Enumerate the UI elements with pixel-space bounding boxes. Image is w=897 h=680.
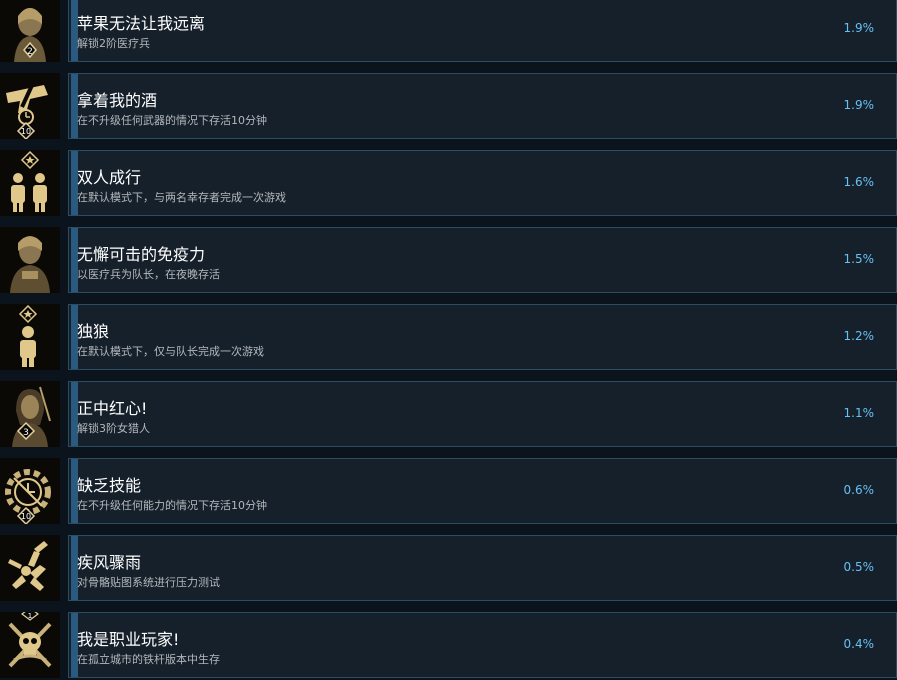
achievement-row[interactable]: 3 正中红心! 解锁3阶女猎人 1.1%	[0, 381, 897, 447]
gun-clock-icon: 10	[0, 73, 60, 139]
achievement-description: 在默认模式下，仅与队长完成一次游戏	[77, 345, 264, 358]
achievement-row[interactable]: 1 我是职业玩家! 在孤立城市的铁杆版本中生存 0.4%	[0, 612, 897, 678]
unlock-percentage: 1.5%	[843, 252, 875, 266]
achievement-description: 在默认模式下，与两名幸存者完成一次游戏	[77, 191, 286, 204]
huntress-portrait-icon: 3	[0, 381, 60, 447]
unlock-percentage: 1.9%	[843, 98, 875, 112]
achievement-description: 解锁3阶女猎人	[77, 422, 150, 435]
achievement-row[interactable]: 双人成行 在默认模式下，与两名幸存者完成一次游戏 1.6%	[0, 150, 897, 216]
skull-crossbones-icon: 1	[0, 612, 60, 678]
achievement-panel: 独狼 在默认模式下，仅与队长完成一次游戏 1.2%	[68, 304, 897, 370]
achievement-panel: 无懈可击的免疫力 以医疗兵为队长，在夜晚存活 1.5%	[68, 227, 897, 293]
achievement-title: 疾风骤雨	[77, 553, 142, 572]
achievement-panel: 我是职业玩家! 在孤立城市的铁杆版本中生存 0.4%	[68, 612, 897, 678]
achievement-panel: 缺乏技能 在不升级任何能力的情况下存活10分钟 0.6%	[68, 458, 897, 524]
achievement-title: 无懈可击的免疫力	[77, 245, 206, 264]
achievement-description: 在不升级任何能力的情况下存活10分钟	[77, 499, 267, 512]
achievement-row[interactable]: 10 缺乏技能 在不升级任何能力的情况下存活10分钟 0.6%	[0, 458, 897, 524]
two-survivors-icon	[0, 150, 60, 216]
achievement-panel: 拿着我的酒 在不升级任何武器的情况下存活10分钟 1.9%	[68, 73, 897, 139]
achievement-title: 独狼	[77, 322, 110, 341]
medic-leader-portrait-icon	[0, 227, 60, 293]
achievement-panel: 苹果无法让我远离 解锁2阶医疗兵 1.9%	[68, 0, 897, 62]
achievement-panel: 双人成行 在默认模式下，与两名幸存者完成一次游戏 1.6%	[68, 150, 897, 216]
achievement-row[interactable]: 独狼 在默认模式下，仅与队长完成一次游戏 1.2%	[0, 304, 897, 370]
achievement-panel: 疾风骤雨 对骨骼贴图系统进行压力测试 0.5%	[68, 535, 897, 601]
achievement-title: 缺乏技能	[77, 476, 142, 495]
achievement-title: 正中红心!	[77, 399, 148, 418]
badge-number: 2	[27, 47, 33, 57]
achievement-row[interactable]: 2 苹果无法让我远离 解锁2阶医疗兵 1.9%	[0, 0, 897, 62]
achievement-title: 苹果无法让我远离	[77, 14, 206, 33]
achievement-row[interactable]: 无懈可击的免疫力 以医疗兵为队长，在夜晚存活 1.5%	[0, 227, 897, 293]
badge-number: 10	[21, 512, 31, 521]
achievement-description: 对骨骼贴图系统进行压力测试	[77, 576, 220, 589]
achievement-list: 2 苹果无法让我远离 解锁2阶医疗兵 1.9% 10 拿着我的酒 在不升级任何武…	[0, 0, 897, 680]
achievement-title: 拿着我的酒	[77, 91, 158, 110]
achievement-description: 以医疗兵为队长，在夜晚存活	[77, 268, 220, 281]
achievement-row[interactable]: 疾风骤雨 对骨骼贴图系统进行压力测试 0.5%	[0, 535, 897, 601]
unlock-percentage: 1.9%	[843, 21, 875, 35]
achievement-title: 双人成行	[77, 168, 142, 187]
ragdoll-figure-icon	[0, 535, 60, 601]
badge-number: 10	[21, 127, 31, 136]
achievement-description: 在不升级任何武器的情况下存活10分钟	[77, 114, 267, 127]
unlock-percentage: 1.1%	[843, 406, 875, 420]
unlock-percentage: 1.6%	[843, 175, 875, 189]
unlock-percentage: 1.2%	[843, 329, 875, 343]
achievement-title: 我是职业玩家!	[77, 630, 180, 649]
unlock-percentage: 0.5%	[843, 560, 875, 574]
achievement-description: 解锁2阶医疗兵	[77, 37, 150, 50]
unlock-percentage: 0.4%	[843, 637, 875, 651]
badge-number: 1	[28, 612, 32, 620]
achievement-row[interactable]: 10 拿着我的酒 在不升级任何武器的情况下存活10分钟 1.9%	[0, 73, 897, 139]
achievement-panel: 正中红心! 解锁3阶女猎人 1.1%	[68, 381, 897, 447]
achievement-description: 在孤立城市的铁杆版本中生存	[77, 653, 220, 666]
medic-portrait-icon: 2	[0, 0, 60, 62]
unlock-percentage: 0.6%	[843, 483, 875, 497]
lone-wolf-icon	[0, 304, 60, 370]
gear-clock-icon: 10	[0, 458, 60, 524]
badge-number: 3	[23, 428, 29, 438]
